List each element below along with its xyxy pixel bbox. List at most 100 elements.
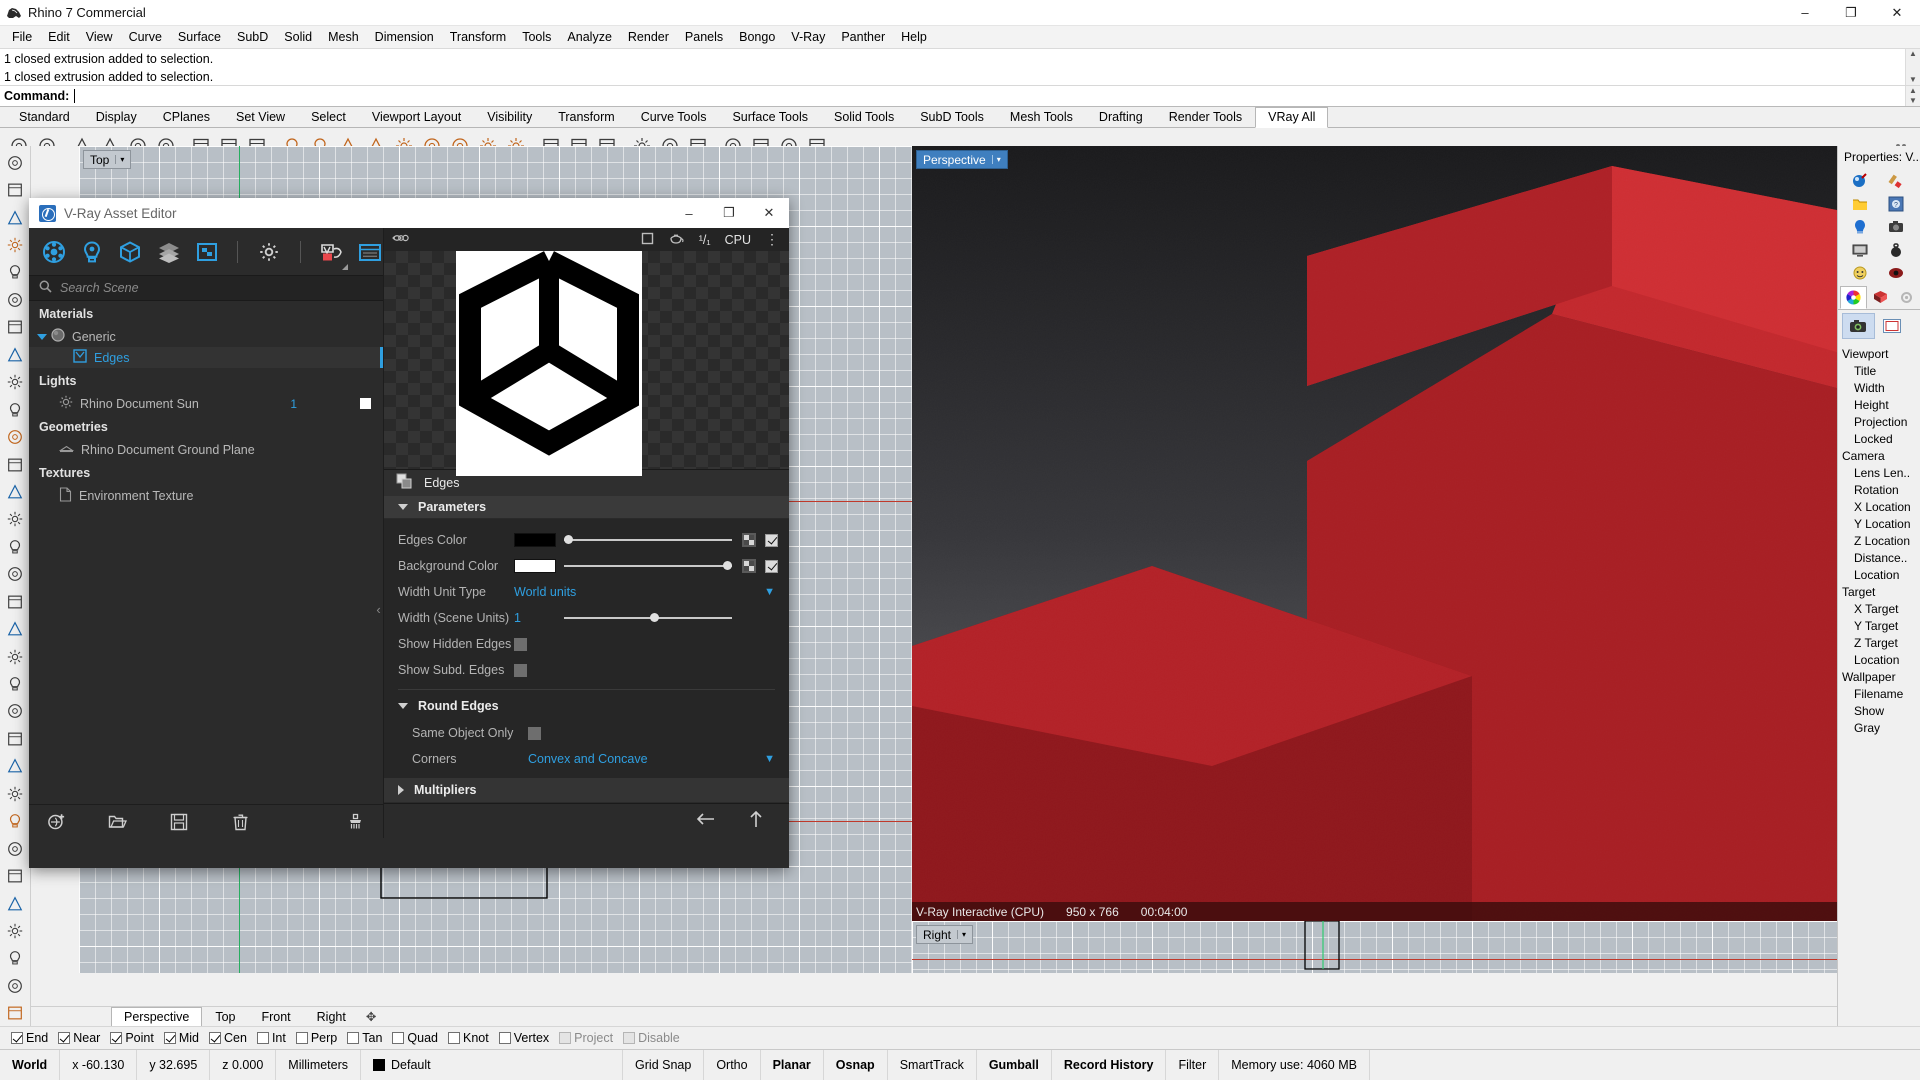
osnap-knot[interactable]: Knot — [445, 1031, 492, 1045]
circle-icon[interactable] — [2, 205, 28, 230]
properties-field-gray[interactable]: Gray — [1838, 719, 1920, 736]
dim-icon[interactable] — [2, 863, 28, 888]
properties-field-locked[interactable]: Locked — [1838, 430, 1920, 447]
chevron-down-icon[interactable]: ▼ — [764, 586, 775, 598]
status-toggle-gumball[interactable]: Gumball — [977, 1049, 1052, 1080]
vray-asset-editor-window[interactable]: V-Ray Asset Editor – ❐ ✕ Search Scene Ma… — [29, 198, 789, 868]
same-object-only-toggle[interactable] — [528, 726, 541, 740]
toolbar-tab-display[interactable]: Display — [83, 107, 150, 127]
status-toggle-planar[interactable]: Planar — [761, 1049, 824, 1080]
gear-icon[interactable] — [1893, 286, 1920, 309]
arc-icon[interactable] — [2, 370, 28, 395]
toolbar-tab-standard[interactable]: Standard — [6, 107, 83, 127]
toolbar-tab-curve-tools[interactable]: Curve Tools — [628, 107, 720, 127]
fillet-icon[interactable] — [2, 616, 28, 641]
osnap-quad[interactable]: Quad — [389, 1031, 441, 1045]
loft-icon[interactable] — [2, 479, 28, 504]
object-properties-icon[interactable] — [1842, 169, 1878, 192]
surface-icon[interactable] — [2, 397, 28, 422]
status-x-coordinate[interactable]: x -60.130 — [60, 1049, 138, 1080]
viewport-tab-perspective[interactable]: Perspective — [111, 1007, 203, 1026]
up-arrow-icon[interactable] — [749, 810, 763, 833]
delete-icon[interactable] — [231, 811, 250, 833]
menu-v-ray[interactable]: V-Ray — [783, 27, 833, 47]
menu-help[interactable]: Help — [893, 27, 935, 47]
trim-icon[interactable] — [2, 671, 28, 696]
viewport-right[interactable]: Right ▾ — [912, 921, 1867, 973]
menu-tools[interactable]: Tools — [514, 27, 559, 47]
rollup-parameters[interactable]: Parameters — [384, 495, 789, 520]
edges-color-slider[interactable] — [564, 533, 732, 547]
viewport-perspective[interactable]: Perspective ▾ V-Ray Interactive (CPU) 95… — [912, 146, 1867, 921]
width-scene-units-value[interactable]: 1 — [514, 611, 556, 625]
background-color-slider[interactable] — [564, 559, 732, 573]
sphere-icon[interactable] — [2, 507, 28, 532]
tree-item-generic[interactable]: Generic — [29, 326, 383, 347]
back-arrow-icon[interactable] — [695, 812, 715, 831]
close-button[interactable]: ✕ — [1874, 0, 1920, 26]
layer-color-swatch[interactable] — [373, 1059, 386, 1071]
toolbar-tab-solid-tools[interactable]: Solid Tools — [821, 107, 907, 127]
polygon-icon[interactable] — [2, 342, 28, 367]
status-toggle-grid-snap[interactable]: Grid Snap — [623, 1049, 705, 1080]
osnap-quad-checkbox[interactable] — [392, 1032, 405, 1044]
properties-field-rotation[interactable]: Rotation — [1838, 481, 1920, 498]
mirror-icon[interactable] — [2, 754, 28, 779]
osnap-near-checkbox[interactable] — [58, 1032, 71, 1044]
render-frame-buffer-icon[interactable] — [358, 239, 383, 265]
menu-subd[interactable]: SubD — [229, 27, 276, 47]
background-color-enable-checkbox[interactable] — [765, 559, 778, 573]
viewport-tab-front[interactable]: Front — [248, 1007, 303, 1026]
vray-maximize-button[interactable]: ❐ — [709, 198, 749, 228]
properties-field-title[interactable]: Title — [1838, 362, 1920, 379]
materials-icon[interactable] — [41, 239, 66, 265]
properties-field-y-target[interactable]: Y Target — [1838, 617, 1920, 634]
display-icon[interactable]: ? — [1878, 192, 1914, 215]
properties-field-x-location[interactable]: X Location — [1838, 498, 1920, 515]
rotate-icon[interactable] — [2, 809, 28, 834]
tab-material-layer[interactable] — [1867, 286, 1894, 309]
expand-twisty-icon[interactable] — [37, 333, 47, 340]
osnap-int[interactable]: Int — [254, 1031, 289, 1045]
subtab-camera[interactable] — [1842, 313, 1875, 339]
osnap-project-checkbox[interactable] — [559, 1032, 572, 1044]
properties-field-x-target[interactable]: X Target — [1838, 600, 1920, 617]
menu-transform[interactable]: Transform — [442, 27, 515, 47]
background-color-texture-slot[interactable] — [742, 559, 756, 574]
properties-field-lens-len-[interactable]: Lens Len.. — [1838, 464, 1920, 481]
revolve-icon[interactable] — [2, 452, 28, 477]
osnap-near[interactable]: Near — [55, 1031, 103, 1045]
box-icon[interactable] — [2, 534, 28, 559]
cmd-scroll-down-icon[interactable]: ▼ — [1906, 96, 1920, 106]
search-input[interactable] — [60, 281, 320, 295]
toolbar-tab-visibility[interactable]: Visibility — [474, 107, 545, 127]
status-toggle-filter[interactable]: Filter — [1166, 1049, 1220, 1080]
toolbar-tab-cplanes[interactable]: CPlanes — [150, 107, 223, 127]
viewport-top-label[interactable]: Top ▾ — [83, 150, 132, 169]
render-icon[interactable] — [2, 1001, 28, 1026]
subtab-frame[interactable] — [1875, 313, 1908, 339]
osnap-project[interactable]: Project — [556, 1031, 616, 1045]
osnap-vertex[interactable]: Vertex — [496, 1031, 552, 1045]
menu-surface[interactable]: Surface — [170, 27, 229, 47]
add-viewport-tab-button[interactable]: ✥ — [359, 1006, 383, 1026]
edges-color-enable-checkbox[interactable] — [765, 533, 778, 547]
status-toggle-record-history[interactable]: Record History — [1052, 1049, 1167, 1080]
width-scene-units-slider[interactable] — [564, 611, 732, 625]
properties-field-width[interactable]: Width — [1838, 379, 1920, 396]
tree-item-edges[interactable]: Edges — [29, 347, 383, 368]
cmd-scroll-up-icon[interactable]: ▲ — [1906, 86, 1920, 96]
render-elements-icon[interactable] — [194, 239, 219, 265]
vray-minimize-button[interactable]: – — [669, 198, 709, 228]
tree-item-ground-plane[interactable]: Rhino Document Ground Plane — [29, 439, 383, 460]
viewport-perspective-label[interactable]: Perspective ▾ — [916, 150, 1008, 169]
chevron-down-icon[interactable]: ▼ — [764, 753, 775, 765]
toolbar-tab-vray-all[interactable]: VRay All — [1255, 107, 1329, 128]
light-enable-toggle[interactable] — [360, 398, 371, 409]
osnap-vertex-checkbox[interactable] — [498, 1032, 511, 1044]
osnap-disable[interactable]: Disable — [620, 1031, 683, 1045]
analyze-icon[interactable] — [2, 973, 28, 998]
status-toggle-osnap[interactable]: Osnap — [824, 1049, 888, 1080]
properties-field-location[interactable]: Location — [1838, 566, 1920, 583]
osnap-tan[interactable]: Tan — [344, 1031, 385, 1045]
